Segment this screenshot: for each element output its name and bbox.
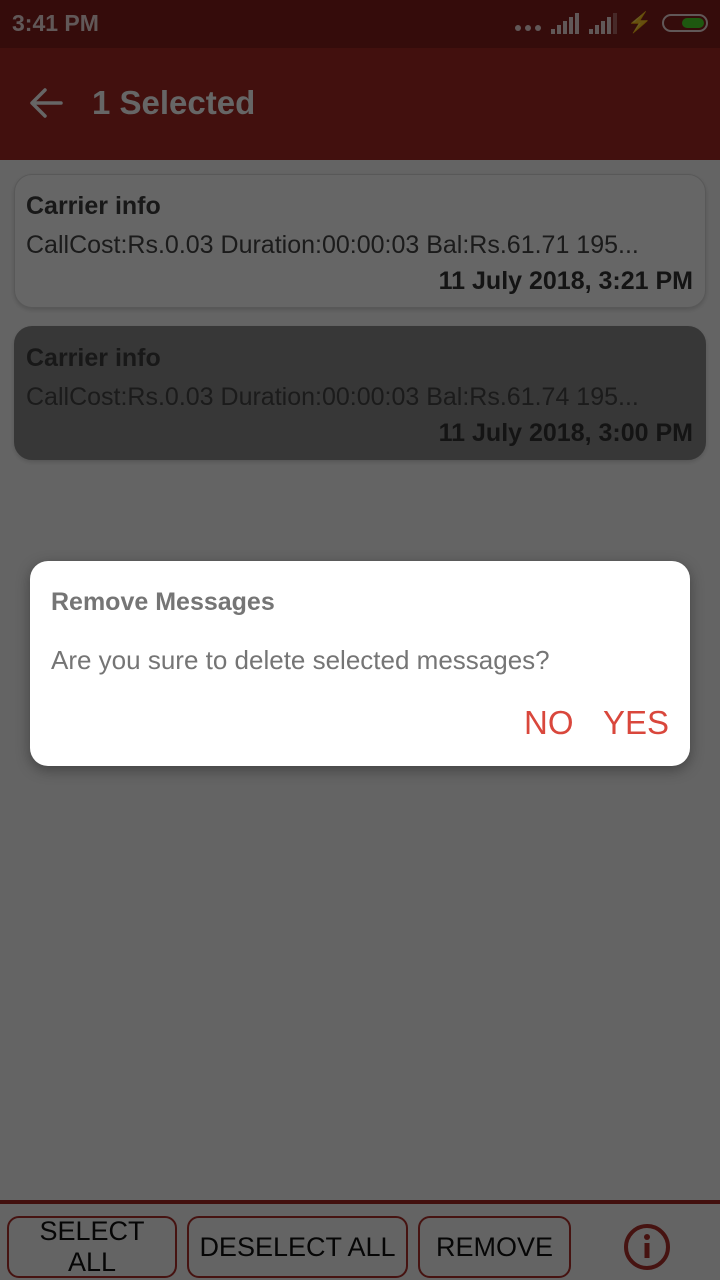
dialog-message: Are you sure to delete selected messages… [51, 645, 550, 675]
dialog-title: Remove Messages [51, 588, 275, 616]
remove-messages-dialog: Remove Messages Are you sure to delete s… [30, 561, 690, 766]
no-button[interactable]: NO [524, 704, 574, 742]
yes-button[interactable]: YES [603, 704, 669, 742]
